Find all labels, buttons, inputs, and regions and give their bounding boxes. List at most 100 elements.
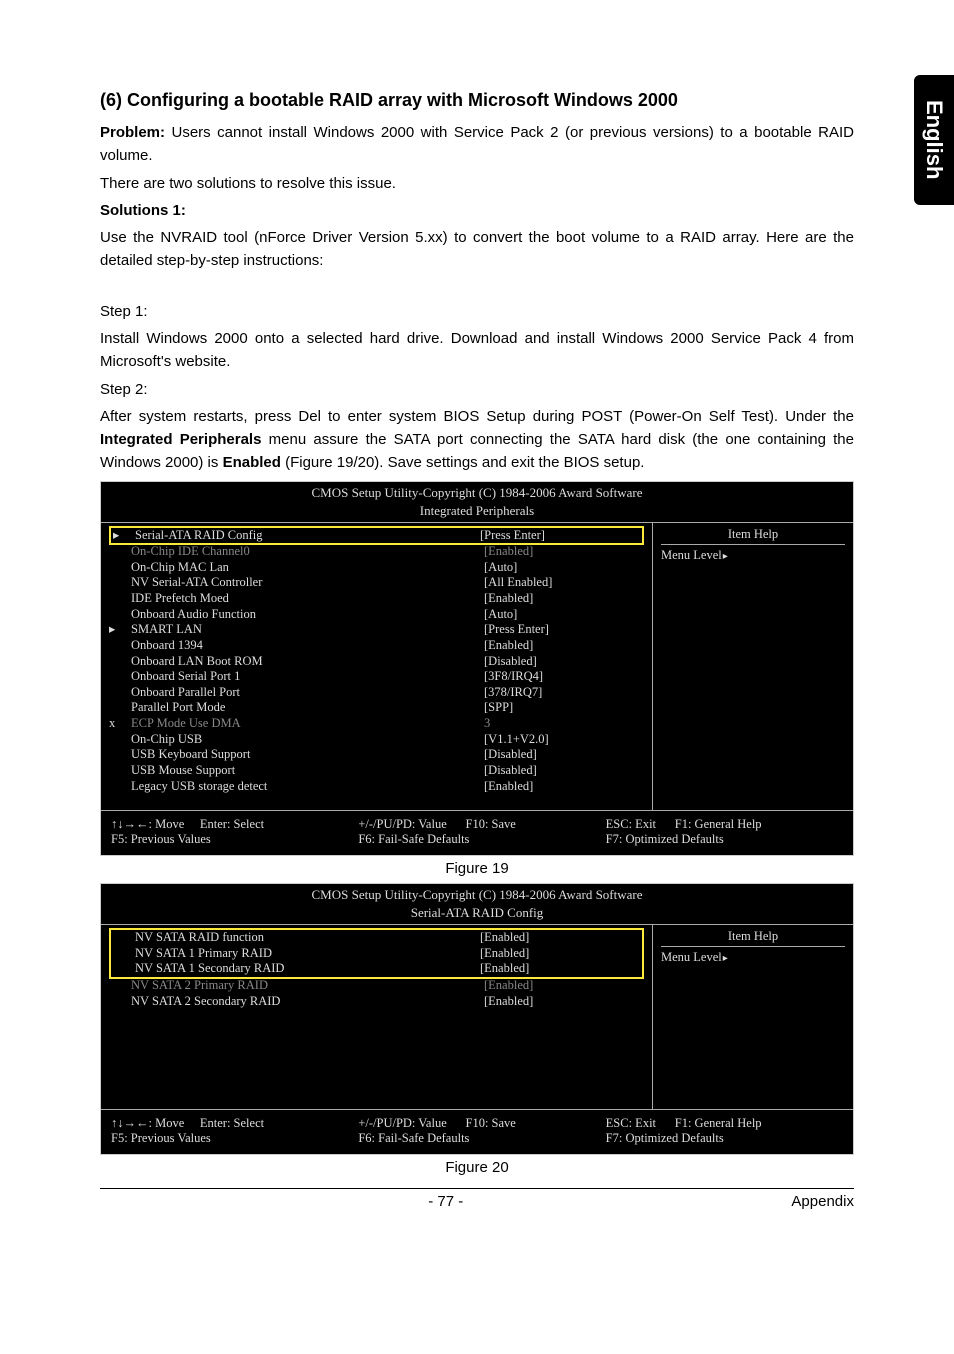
step1-text: Install Windows 2000 onto a selected har… <box>100 327 854 374</box>
row-marker <box>113 946 135 962</box>
bios19-footer: ↑↓→←: Move Enter: Select F5: Previous Va… <box>101 810 853 855</box>
intro-line: There are two solutions to resolve this … <box>100 172 854 195</box>
bios-setting-row: NV SATA 2 Primary RAID[Enabled] <box>109 978 644 994</box>
row-marker <box>113 930 135 946</box>
setting-value: [Enabled] <box>484 544 644 560</box>
row-marker <box>109 700 131 716</box>
bios20-header: CMOS Setup Utility-Copyright (C) 1984-20… <box>101 884 853 905</box>
bios-setting-row: Onboard Serial Port 1[3F8/IRQ4] <box>109 669 644 685</box>
setting-label: On-Chip USB <box>131 732 484 748</box>
row-marker <box>109 978 131 994</box>
setting-label: Onboard LAN Boot ROM <box>131 654 484 670</box>
bios-setting-row: Onboard 1394[Enabled] <box>109 638 644 654</box>
bios20-footer: ↑↓→←: Move Enter: Select F5: Previous Va… <box>101 1109 853 1154</box>
page-content: (6) Configuring a bootable RAID array wi… <box>0 0 954 1240</box>
bios19-help-panel: Item Help Menu Level <box>653 523 853 811</box>
setting-label: Onboard 1394 <box>131 638 484 654</box>
row-marker <box>109 994 131 1010</box>
bios-setting-row: NV SATA 2 Secondary RAID[Enabled] <box>109 994 644 1010</box>
row-marker: x <box>109 716 131 732</box>
bios19-subheader: Integrated Peripherals <box>101 503 853 523</box>
problem-text: Users cannot install Windows 2000 with S… <box>100 124 854 164</box>
row-marker <box>109 763 131 779</box>
row-marker <box>113 961 135 977</box>
setting-value: [Disabled] <box>484 654 644 670</box>
problem-label: Problem: <box>100 124 165 141</box>
bios20-subheader: Serial-ATA RAID Config <box>101 905 853 925</box>
setting-label: Serial-ATA RAID Config <box>135 528 480 544</box>
bios-setting-row: NV SATA 1 Secondary RAID[Enabled] <box>113 961 640 977</box>
solutions1-text: Use the NVRAID tool (nForce Driver Versi… <box>100 226 854 273</box>
appendix-label: Appendix <box>791 1193 854 1210</box>
section-heading: (6) Configuring a bootable RAID array wi… <box>100 90 854 111</box>
bios-setting-row: IDE Prefetch Moed[Enabled] <box>109 591 644 607</box>
row-marker <box>109 685 131 701</box>
highlighted-group: NV SATA RAID function[Enabled]NV SATA 1 … <box>109 928 644 979</box>
bios19-settings-list: ▸Serial-ATA RAID Config[Press Enter]On-C… <box>101 523 653 811</box>
setting-label: Parallel Port Mode <box>131 700 484 716</box>
figure-20-caption: Figure 20 <box>100 1159 854 1176</box>
setting-label: NV SATA 2 Secondary RAID <box>131 994 484 1010</box>
bios19-help-title: Item Help <box>661 527 845 545</box>
step2-text: After system restarts, press Del to ente… <box>100 405 854 475</box>
bios-setting-row: On-Chip MAC Lan[Auto] <box>109 560 644 576</box>
body-text: Problem: Users cannot install Windows 20… <box>100 121 854 475</box>
setting-label: Legacy USB storage detect <box>131 779 484 795</box>
setting-label: NV Serial-ATA Controller <box>131 575 484 591</box>
figure-19-caption: Figure 19 <box>100 860 854 877</box>
setting-label: On-Chip MAC Lan <box>131 560 484 576</box>
row-marker <box>109 544 131 560</box>
bios-setting-row: ▸Serial-ATA RAID Config[Press Enter] <box>113 528 640 544</box>
row-marker <box>109 607 131 623</box>
setting-label: USB Mouse Support <box>131 763 484 779</box>
highlighted-group: ▸Serial-ATA RAID Config[Press Enter] <box>109 526 644 546</box>
step2-label: Step 2: <box>100 378 854 401</box>
bios-setting-row: NV Serial-ATA Controller[All Enabled] <box>109 575 644 591</box>
setting-label: Onboard Audio Function <box>131 607 484 623</box>
setting-label: Onboard Serial Port 1 <box>131 669 484 685</box>
row-marker: ▸ <box>109 622 131 638</box>
bios-setting-row: On-Chip USB[V1.1+V2.0] <box>109 732 644 748</box>
bios20-help-panel: Item Help Menu Level <box>653 925 853 1109</box>
bios-setting-row: NV SATA 1 Primary RAID[Enabled] <box>113 946 640 962</box>
row-marker <box>109 669 131 685</box>
page-footer: - 77 - Appendix <box>100 1188 854 1210</box>
setting-value: [Auto] <box>484 607 644 623</box>
bios19-menu-level: Menu Level <box>661 548 845 563</box>
bios-setting-row: Legacy USB storage detect[Enabled] <box>109 779 644 795</box>
setting-label: NV SATA 2 Primary RAID <box>131 978 484 994</box>
row-marker <box>109 638 131 654</box>
setting-label: IDE Prefetch Moed <box>131 591 484 607</box>
setting-label: USB Keyboard Support <box>131 747 484 763</box>
setting-label: SMART LAN <box>131 622 484 638</box>
setting-value: [Auto] <box>484 560 644 576</box>
setting-value: [SPP] <box>484 700 644 716</box>
solutions1-label: Solutions 1: <box>100 199 854 222</box>
bios-setting-row: Onboard LAN Boot ROM[Disabled] <box>109 654 644 670</box>
setting-value: [Press Enter] <box>480 528 640 544</box>
bios-setting-row: Parallel Port Mode[SPP] <box>109 700 644 716</box>
step1-label: Step 1: <box>100 300 854 323</box>
setting-value: [Enabled] <box>484 779 644 795</box>
row-marker <box>109 747 131 763</box>
setting-value: [All Enabled] <box>484 575 644 591</box>
setting-value: 3 <box>484 716 644 732</box>
bios-setting-row: NV SATA RAID function[Enabled] <box>113 930 640 946</box>
row-marker <box>109 591 131 607</box>
setting-value: [Enabled] <box>480 946 640 962</box>
setting-label: ECP Mode Use DMA <box>131 716 484 732</box>
page-number: - 77 - <box>428 1193 463 1210</box>
bios-setting-row: USB Keyboard Support[Disabled] <box>109 747 644 763</box>
bios19-header: CMOS Setup Utility-Copyright (C) 1984-20… <box>101 482 853 503</box>
setting-value: [Enabled] <box>480 961 640 977</box>
bios20-help-title: Item Help <box>661 929 845 947</box>
row-marker: ▸ <box>113 528 135 544</box>
setting-label: NV SATA 1 Primary RAID <box>135 946 480 962</box>
setting-value: [378/IRQ7] <box>484 685 644 701</box>
bios-setting-row: xECP Mode Use DMA3 <box>109 716 644 732</box>
row-marker <box>109 779 131 795</box>
setting-value: [Disabled] <box>484 747 644 763</box>
row-marker <box>109 575 131 591</box>
bios-setting-row: Onboard Parallel Port[378/IRQ7] <box>109 685 644 701</box>
setting-label: NV SATA RAID function <box>135 930 480 946</box>
